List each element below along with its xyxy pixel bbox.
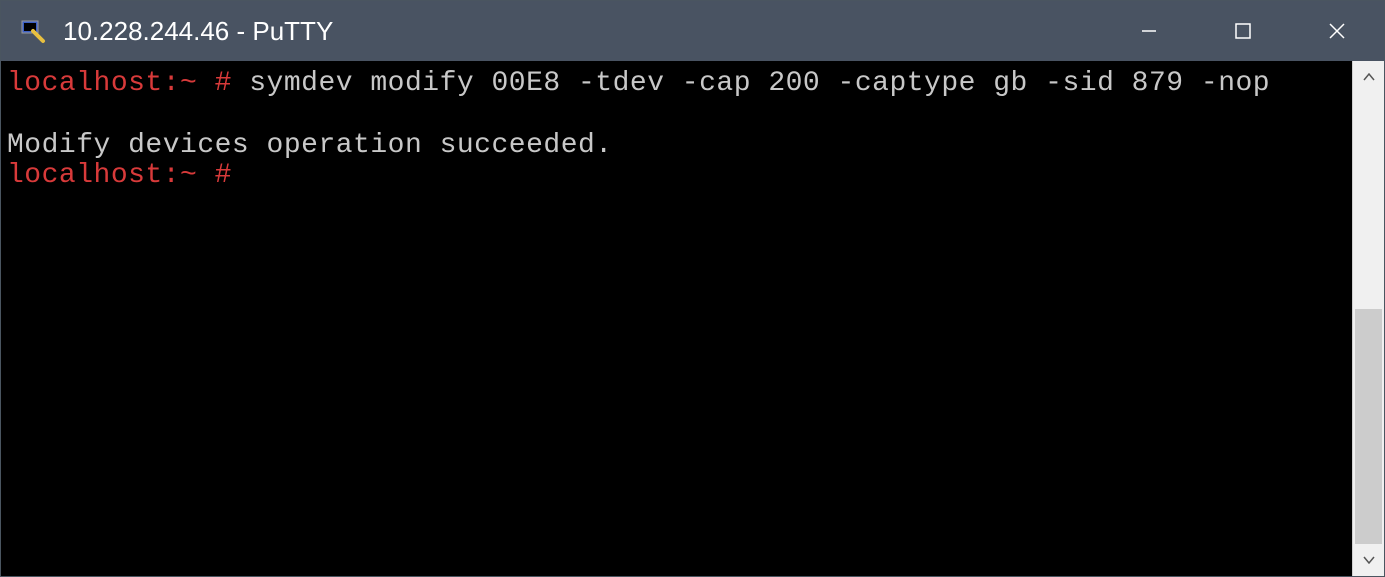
terminal-line: localhost:~ # <box>7 161 1346 192</box>
scrollbar[interactable] <box>1352 61 1384 576</box>
minimize-button[interactable] <box>1102 1 1196 61</box>
terminal-line: Modify devices operation succeeded. <box>7 131 1346 162</box>
window-body: localhost:~ # symdev modify 00E8 -tdev -… <box>1 61 1384 576</box>
scroll-down-arrow[interactable] <box>1353 544 1384 576</box>
scroll-track[interactable] <box>1353 93 1384 544</box>
close-button[interactable] <box>1290 1 1384 61</box>
window-controls <box>1102 1 1384 61</box>
scroll-thumb[interactable] <box>1355 309 1382 544</box>
scroll-up-arrow[interactable] <box>1353 61 1384 93</box>
terminal-line: localhost:~ # symdev modify 00E8 -tdev -… <box>7 69 1346 100</box>
shell-prompt: localhost:~ # <box>7 68 232 99</box>
terminal-blank-line <box>7 100 1346 131</box>
titlebar[interactable]: 10.228.244.46 - PuTTY <box>1 1 1384 61</box>
window-title: 10.228.244.46 - PuTTY <box>63 16 1102 47</box>
maximize-button[interactable] <box>1196 1 1290 61</box>
terminal[interactable]: localhost:~ # symdev modify 00E8 -tdev -… <box>1 61 1352 576</box>
output-text: Modify devices operation succeeded. <box>7 130 613 161</box>
command-text: symdev modify 00E8 -tdev -cap 200 -capty… <box>232 68 1270 99</box>
putty-icon <box>17 15 49 47</box>
shell-prompt: localhost:~ # <box>7 160 232 191</box>
